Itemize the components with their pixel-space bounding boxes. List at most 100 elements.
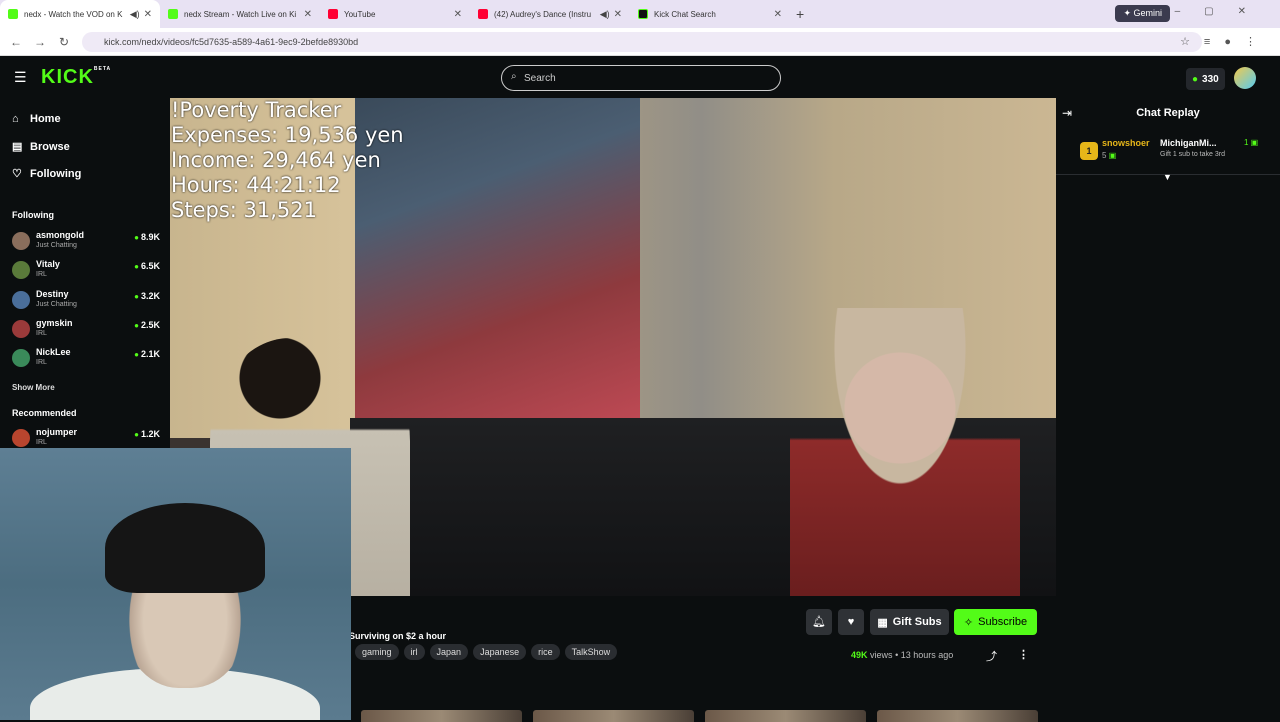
menu-icon[interactable]: ☰: [14, 69, 27, 86]
tag-chip[interactable]: TalkShow: [564, 644, 618, 660]
logo-text: KICK: [41, 66, 94, 88]
forward-icon[interactable]: →: [28, 35, 52, 49]
channel-category: IRL: [36, 330, 47, 337]
speaker-icon[interactable]: ◀): [600, 9, 610, 20]
browser-tab-4[interactable]: (42) Audrey's Dance (Instru ◀) ✕: [470, 0, 630, 28]
close-tab-icon[interactable]: ✕: [774, 9, 782, 20]
viewer-count: ● 1.2K: [134, 429, 160, 439]
tag-list: gaming irl Japan Japanese rice TalkShow: [355, 644, 618, 660]
reload-icon[interactable]: ↻: [52, 35, 76, 49]
separator: •: [895, 650, 899, 660]
new-tab-icon[interactable]: +: [796, 6, 804, 22]
viewers-value: 1.2K: [140, 429, 160, 439]
tag-chip[interactable]: gaming: [355, 644, 399, 660]
second-count: 1 ▣: [1244, 138, 1259, 147]
window-controls[interactable]: –▢✕: [1175, 6, 1270, 17]
gift-subs-button[interactable]: ▦ Gift Subs: [870, 609, 949, 635]
leader-count: 5 ▣: [1102, 151, 1116, 160]
second-username[interactable]: MichiganMi...: [1160, 138, 1217, 148]
channel-item-asmongold[interactable]: asmongold Just Chatting ● 8.9K: [12, 228, 162, 254]
channel-category: IRL: [36, 271, 47, 278]
heart-icon: ♡: [12, 168, 22, 180]
user-avatar[interactable]: [1234, 67, 1256, 89]
back-icon[interactable]: ←: [4, 35, 28, 49]
kicks-balance[interactable]: ● 330: [1186, 68, 1225, 90]
browser-tab-2[interactable]: nedx Stream - Watch Live on Ki ✕: [160, 0, 320, 28]
kick-chat-favicon-icon: [638, 9, 648, 19]
follow-heart-button[interactable]: ♥: [838, 609, 864, 635]
video-thumbnail[interactable]: [533, 710, 694, 722]
tag-chip[interactable]: Japanese: [473, 644, 527, 660]
browser-tab-1[interactable]: nedx - Watch the VOD on K ◀) ✕: [0, 0, 160, 28]
close-tab-icon[interactable]: ✕: [614, 9, 622, 20]
browser-tab-bar: nedx - Watch the VOD on K ◀) ✕ nedx Stre…: [0, 0, 1280, 28]
bell-icon: 🔔︎: [812, 616, 826, 628]
following-heading: Following: [12, 210, 54, 220]
leader-username[interactable]: snowshoer: [1102, 138, 1150, 148]
tag-chip[interactable]: irl: [403, 644, 425, 660]
channel-item-vitaly[interactable]: Vitaly IRL ● 6.5K: [12, 257, 162, 283]
viewers-value: 2.5K: [140, 320, 160, 330]
tag-chip[interactable]: rice: [531, 644, 560, 660]
search-input[interactable]: ⌕ Search: [501, 65, 781, 91]
gemini-button[interactable]: ✦ Gemini: [1115, 5, 1170, 22]
notification-bell-button[interactable]: 🔔︎: [806, 609, 832, 635]
viewer-count: ● 8.9K: [134, 232, 160, 242]
close-tab-icon[interactable]: ✕: [454, 9, 462, 20]
tag-chip[interactable]: Japan: [429, 644, 469, 660]
kick-logo[interactable]: KICKBETA: [41, 66, 111, 89]
url-field[interactable]: kick.com/nedx/videos/fc5d7635-a589-4a61-…: [82, 32, 1202, 52]
show-more-link[interactable]: Show More: [12, 383, 55, 392]
channel-name: nojumper: [36, 427, 78, 437]
kick-favicon-icon: [8, 9, 18, 19]
viewers-value: 6.5K: [140, 261, 160, 271]
tab-title: (42) Audrey's Dance (Instru: [494, 9, 592, 19]
browser-tab-3[interactable]: YouTube ✕: [320, 0, 470, 28]
overlay-line: Expenses: 19,536 yen: [171, 123, 404, 147]
channel-name: NickLee: [36, 347, 71, 357]
subscribe-button[interactable]: ✧ Subscribe: [954, 609, 1037, 635]
close-tab-icon[interactable]: ✕: [304, 9, 312, 20]
search-placeholder: Search: [524, 72, 556, 84]
speaker-icon[interactable]: ◀): [130, 9, 140, 20]
top-nav: ☰ KICKBETA ⌕ Search ● 330: [0, 57, 1280, 99]
views-count: 49K: [851, 650, 868, 660]
browser-toolbar-icons[interactable]: ☆≡●⋮: [1180, 35, 1270, 48]
browser-tab-5[interactable]: Kick Chat Search ✕: [630, 0, 790, 28]
kick-coin-icon: ●: [1192, 73, 1199, 85]
video-thumbnail[interactable]: [705, 710, 866, 722]
gift-icon: ▦: [877, 616, 888, 629]
live-dot-icon: ●: [134, 321, 139, 330]
youtube-favicon-icon: [328, 9, 338, 19]
viewer-count: ● 2.1K: [134, 349, 160, 359]
more-options-icon[interactable]: ⋮: [1018, 648, 1029, 661]
video-thumbnail[interactable]: [877, 710, 1038, 722]
sidebar-item-browse[interactable]: ▤ Browse: [12, 140, 70, 154]
close-tab-icon[interactable]: ✕: [144, 9, 152, 20]
channel-name: Vitaly: [36, 259, 60, 269]
chat-title: Chat Replay: [1136, 107, 1200, 119]
avatar: [12, 291, 30, 309]
viewers-value: 3.2K: [140, 291, 160, 301]
nav-label: Home: [30, 113, 61, 125]
sidebar-item-following[interactable]: ♡ Following: [12, 167, 81, 181]
sidebar-item-home[interactable]: ⌂ Home: [12, 113, 61, 125]
second-count-value: 1: [1244, 138, 1249, 147]
gift-icon: ▣: [1108, 151, 1117, 160]
tab-title: Kick Chat Search: [654, 9, 716, 19]
webcam-overlay: [0, 448, 351, 720]
video-thumbnail[interactable]: [361, 710, 522, 722]
overlay-line: Steps: 31,521: [171, 198, 317, 222]
channel-item-destiny[interactable]: Destiny Just Chatting ● 3.2K: [12, 287, 162, 313]
live-dot-icon: ●: [134, 233, 139, 242]
viewer-count: ● 6.5K: [134, 261, 160, 271]
channel-item-nicklee[interactable]: NickLee IRL ● 2.1K: [12, 345, 162, 371]
expand-leaderboard-icon[interactable]: ▼: [1163, 172, 1172, 182]
live-dot-icon: ●: [134, 430, 139, 439]
share-icon[interactable]: ⤴: [986, 648, 997, 664]
channel-name: gymskin: [36, 318, 73, 328]
viewer-count: ● 2.5K: [134, 320, 160, 330]
gift-label: Gift Subs: [892, 616, 942, 628]
channel-item-gymskin[interactable]: gymskin IRL ● 2.5K: [12, 316, 162, 342]
chat-panel: ⇥ Chat Replay 1 snowshoer 5 ▣ MichiganMi…: [1056, 98, 1280, 720]
